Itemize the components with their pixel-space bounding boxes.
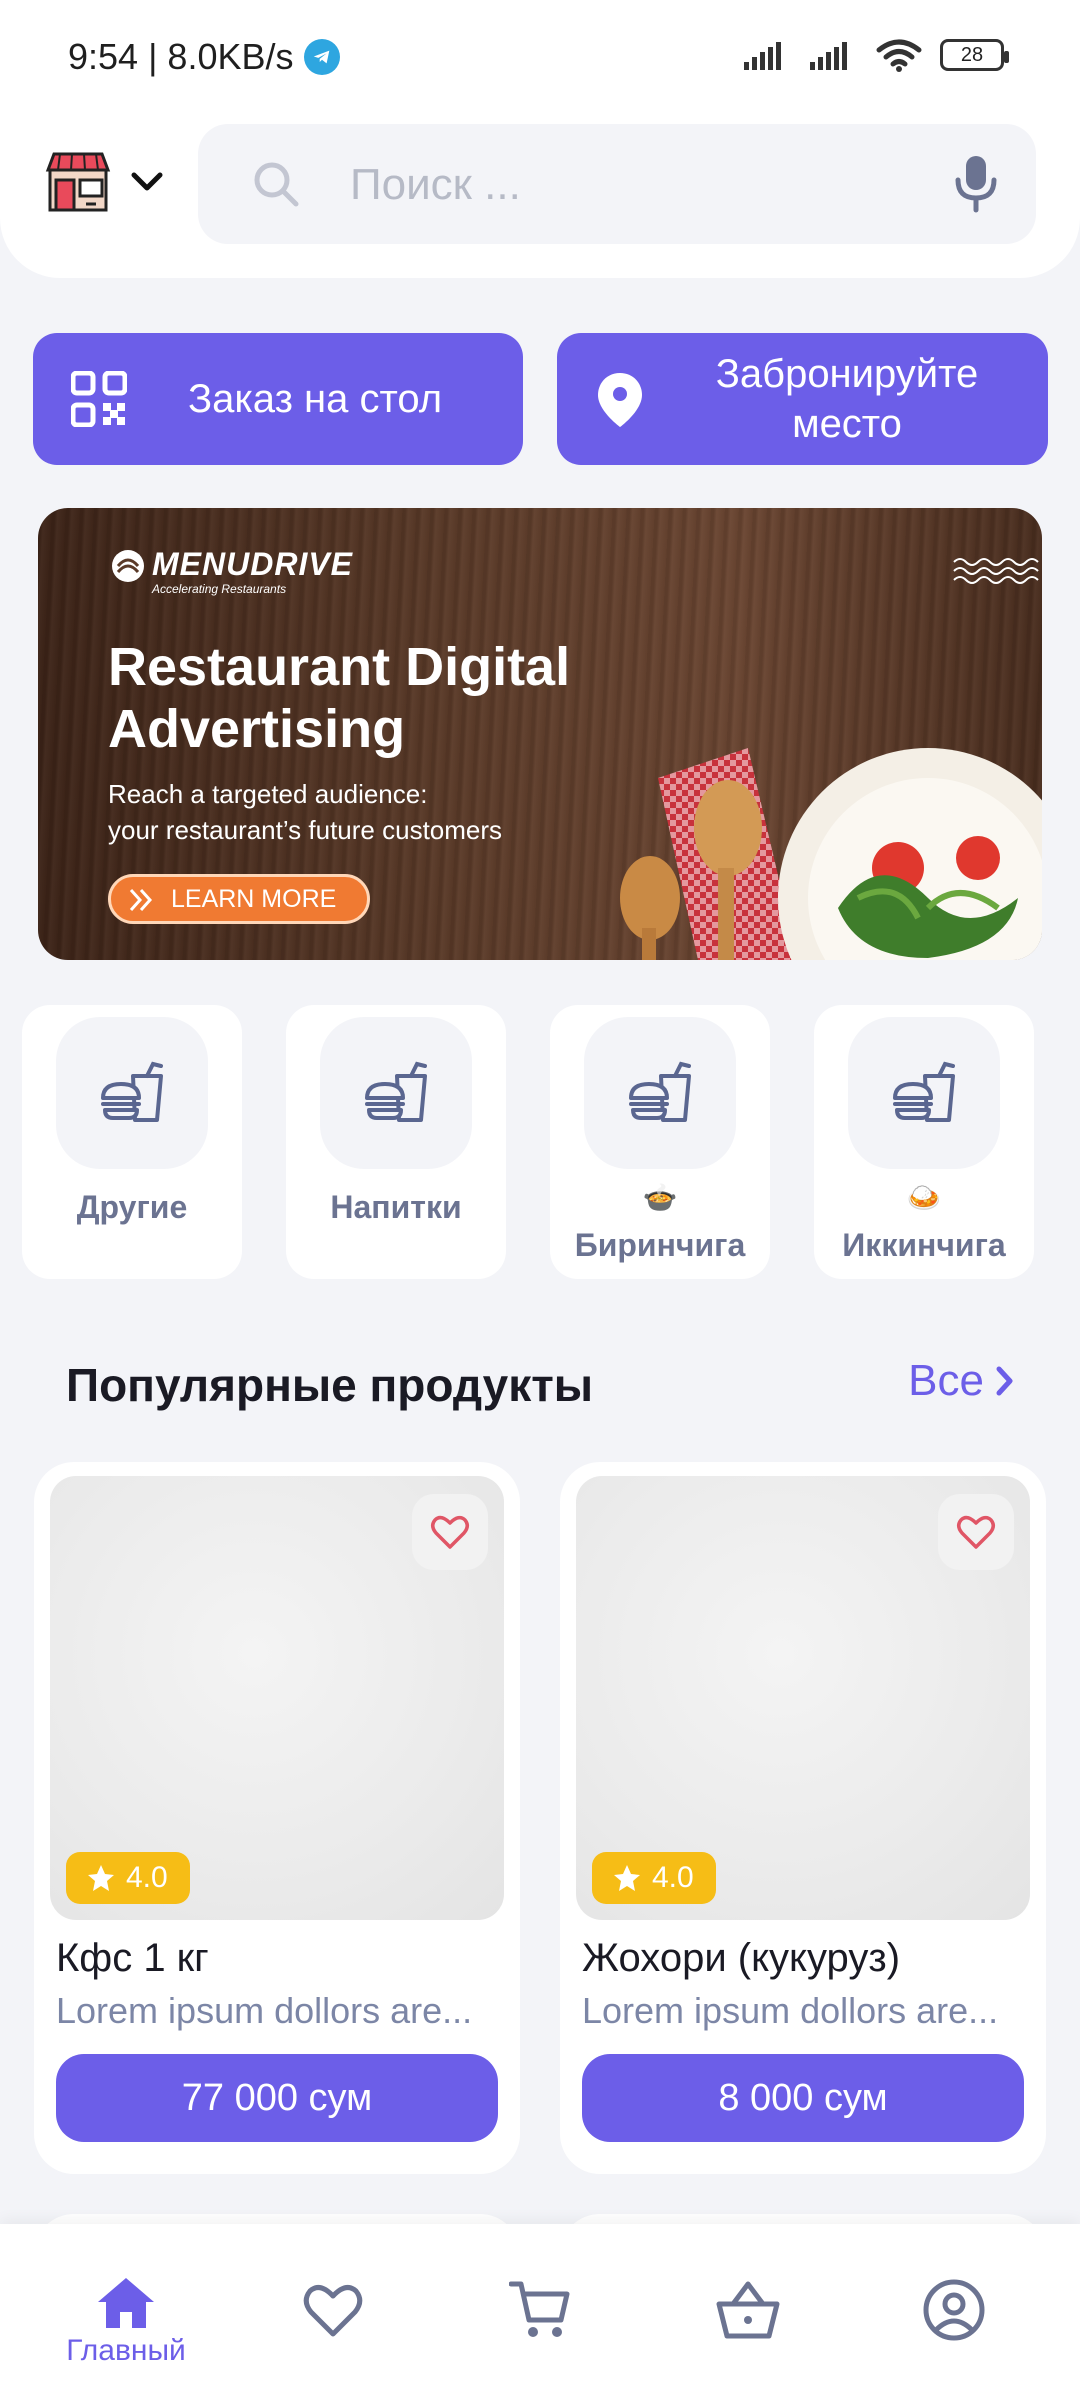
banner-brand: MENUDRIVE: [152, 546, 354, 582]
chevron-down-icon: [131, 172, 163, 191]
category-label: Другие: [76, 1189, 188, 1225]
category-label: Напитки: [330, 1189, 462, 1225]
signal-icon: [744, 42, 781, 70]
rating-badge: 4.0: [66, 1852, 190, 1904]
category-card-drugie[interactable]: Другие: [22, 1005, 242, 1279]
price-button[interactable]: 77 000 сум: [56, 2054, 498, 2142]
banner-subtitle: Reach a targeted audience: your restaura…: [108, 776, 502, 848]
status-right: 28: [744, 38, 1009, 72]
category-label: Биринчига: [574, 1227, 746, 1263]
wifi-icon: [876, 39, 922, 72]
product-image: 4.0: [50, 1476, 504, 1920]
fast-food-icon: [629, 1061, 691, 1122]
favorite-button[interactable]: [938, 1494, 1014, 1570]
category-card-birinchiga[interactable]: 🍲 Биринчига: [550, 1005, 770, 1279]
banner-brand-tagline: Accelerating Restaurants: [152, 582, 287, 596]
microphone-icon[interactable]: [954, 154, 998, 214]
product-card[interactable]: 4.0 Жохори (кукуруз) Lorem ipsum dollors…: [560, 1462, 1046, 2174]
salad-plate-image: [620, 748, 1042, 960]
reserve-label-line1: Забронируйте: [715, 352, 979, 396]
nav-home[interactable]: Главный: [46, 2224, 206, 2400]
price-button[interactable]: 8 000 сум: [582, 2054, 1024, 2142]
category-label: Иккинчига: [842, 1227, 1006, 1263]
signal-icon-2: [810, 42, 847, 70]
soup-emoji-icon: 🍲: [642, 1182, 678, 1213]
banner-title: Restaurant Digital Advertising: [108, 636, 570, 760]
fast-food-icon: [365, 1061, 427, 1122]
see-all-link[interactable]: Все: [908, 1356, 1016, 1406]
banner-title-line1: Restaurant Digital: [108, 637, 571, 697]
status-bar: 9:54 | 8.0KB/s 28: [0, 0, 1080, 118]
nav-basket[interactable]: [668, 2224, 828, 2400]
basket-icon: [716, 2281, 780, 2339]
telegram-icon: [303, 39, 340, 75]
nav-cart[interactable]: [460, 2224, 620, 2400]
location-pin-icon: [598, 373, 642, 427]
fast-food-icon: [101, 1061, 163, 1122]
nav-profile[interactable]: [874, 2224, 1034, 2400]
section-title: Популярные продукты: [66, 1359, 594, 1411]
profile-icon: [923, 2279, 985, 2341]
store-icon: [45, 152, 111, 212]
cart-icon: [509, 2281, 570, 2337]
heart-icon: [431, 1515, 469, 1549]
menudrive-logo-icon: [112, 550, 144, 582]
qr-code-icon: [71, 371, 127, 427]
heart-icon: [303, 2284, 363, 2337]
home-icon: [98, 2278, 154, 2328]
reserve-label-line2: место: [792, 402, 902, 446]
category-card-napitki[interactable]: Напитки: [286, 1005, 506, 1279]
heart-icon: [957, 1515, 995, 1549]
reserve-place-label: Забронируйте место: [697, 349, 997, 449]
see-all-label: Все: [908, 1356, 984, 1405]
product-description: Lorem ipsum dollors are...: [56, 1990, 473, 2031]
wave-decoration-icon: [953, 558, 1039, 584]
double-chevron-right-icon: [129, 888, 153, 912]
promo-banner[interactable]: MENUDRIVE Accelerating Restaurants Resta…: [38, 508, 1042, 960]
battery-level: 28: [960, 43, 984, 66]
battery-indicator: 28: [940, 39, 1009, 71]
category-icon-box: [56, 1017, 208, 1169]
curry-rice-emoji-icon: 🍛: [906, 1182, 942, 1213]
search-icon: [254, 162, 299, 207]
category-card-ikkinchiga[interactable]: 🍛 Иккинчига: [814, 1005, 1034, 1279]
rating-value: 4.0: [126, 1861, 168, 1894]
product-card[interactable]: 4.0 Кфс 1 кг Lorem ipsum dollors are... …: [34, 1462, 520, 2174]
reserve-place-button[interactable]: Забронируйте место: [557, 333, 1048, 465]
chevron-right-icon: [996, 1366, 1013, 1396]
star-icon: [614, 1865, 640, 1891]
banner-title-line2: Advertising: [108, 699, 406, 759]
category-icon-box: [584, 1017, 736, 1169]
search-bar[interactable]: Поиск ...: [198, 124, 1036, 244]
product-description: Lorem ipsum dollors are...: [582, 1990, 999, 2031]
category-icon-box: [848, 1017, 1000, 1169]
nav-favorites[interactable]: [253, 2224, 413, 2400]
rating-value: 4.0: [652, 1861, 694, 1894]
learn-more-button[interactable]: LEARN MORE: [108, 874, 370, 924]
banner-subtitle-line2: your restaurant’s future customers: [108, 815, 503, 845]
bottom-navigation: Главный: [0, 2224, 1080, 2400]
rating-badge: 4.0: [592, 1852, 716, 1904]
status-time-speed: 9:54 | 8.0KB/s: [68, 36, 294, 77]
table-order-button[interactable]: Заказ на стол: [33, 333, 523, 465]
category-icon-box: [320, 1017, 472, 1169]
status-left: 9:54 | 8.0KB/s: [68, 36, 340, 78]
nav-home-label: Главный: [66, 2334, 186, 2367]
favorite-button[interactable]: [412, 1494, 488, 1570]
store-selector[interactable]: [44, 148, 164, 216]
learn-more-label: LEARN MORE: [171, 884, 337, 913]
product-image: 4.0: [576, 1476, 1030, 1920]
search-input[interactable]: Поиск ...: [350, 160, 521, 210]
product-name: Жохори (кукуруз): [582, 1936, 901, 1980]
product-name: Кфс 1 кг: [56, 1936, 209, 1980]
star-icon: [88, 1865, 114, 1891]
fast-food-icon: [893, 1061, 955, 1122]
table-order-label: Заказ на стол: [188, 377, 443, 421]
banner-subtitle-line1: Reach a targeted audience:: [108, 779, 428, 809]
